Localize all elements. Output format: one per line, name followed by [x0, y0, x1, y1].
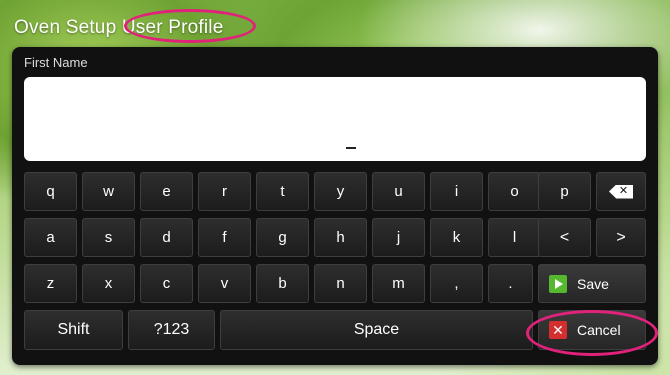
key-z[interactable]: z — [24, 264, 77, 303]
backspace-icon: ✕ — [609, 184, 633, 199]
key-comma[interactable]: , — [430, 264, 483, 303]
key-y[interactable]: y — [314, 172, 367, 211]
first-name-input[interactable] — [24, 77, 646, 161]
cursor-right-key[interactable]: > — [596, 218, 646, 257]
title-bar: Oven Setup User Profile — [0, 0, 670, 44]
save-button[interactable]: Save — [538, 264, 646, 303]
key-period[interactable]: . — [488, 264, 533, 303]
title-highlight-ring — [124, 9, 256, 43]
key-o[interactable]: o — [488, 172, 541, 211]
key-v[interactable]: v — [198, 264, 251, 303]
key-t[interactable]: t — [256, 172, 309, 211]
cursor-left-key[interactable]: < — [538, 218, 591, 257]
save-label: Save — [577, 275, 609, 292]
key-l[interactable]: l — [488, 218, 541, 257]
key-i[interactable]: i — [430, 172, 483, 211]
key-a[interactable]: a — [24, 218, 77, 257]
key-e[interactable]: e — [140, 172, 193, 211]
key-s[interactable]: s — [82, 218, 135, 257]
key-g[interactable]: g — [256, 218, 309, 257]
key-b[interactable]: b — [256, 264, 309, 303]
key-m[interactable]: m — [372, 264, 425, 303]
key-c[interactable]: c — [140, 264, 193, 303]
key-f[interactable]: f — [198, 218, 251, 257]
symbols-key[interactable]: ?123 — [128, 310, 215, 350]
key-w[interactable]: w — [82, 172, 135, 211]
key-k[interactable]: k — [430, 218, 483, 257]
title-oven-setup: Oven Setup — [14, 17, 117, 38]
save-play-icon — [549, 274, 567, 293]
key-n[interactable]: n — [314, 264, 367, 303]
backspace-key[interactable]: ✕ — [596, 172, 646, 211]
key-q[interactable]: q — [24, 172, 77, 211]
key-r[interactable]: r — [198, 172, 251, 211]
shift-key[interactable]: Shift — [24, 310, 123, 350]
key-u[interactable]: u — [372, 172, 425, 211]
key-h[interactable]: h — [314, 218, 367, 257]
key-x[interactable]: x — [82, 264, 135, 303]
space-key[interactable]: Space — [220, 310, 533, 350]
text-cursor — [346, 147, 356, 149]
cancel-highlight-ring — [526, 310, 658, 356]
key-p[interactable]: p — [538, 172, 591, 211]
key-j[interactable]: j — [372, 218, 425, 257]
keyboard-panel: First Name q w e r t y u i o p ✕ a s d f… — [12, 47, 658, 365]
key-d[interactable]: d — [140, 218, 193, 257]
first-name-label: First Name — [24, 55, 88, 70]
